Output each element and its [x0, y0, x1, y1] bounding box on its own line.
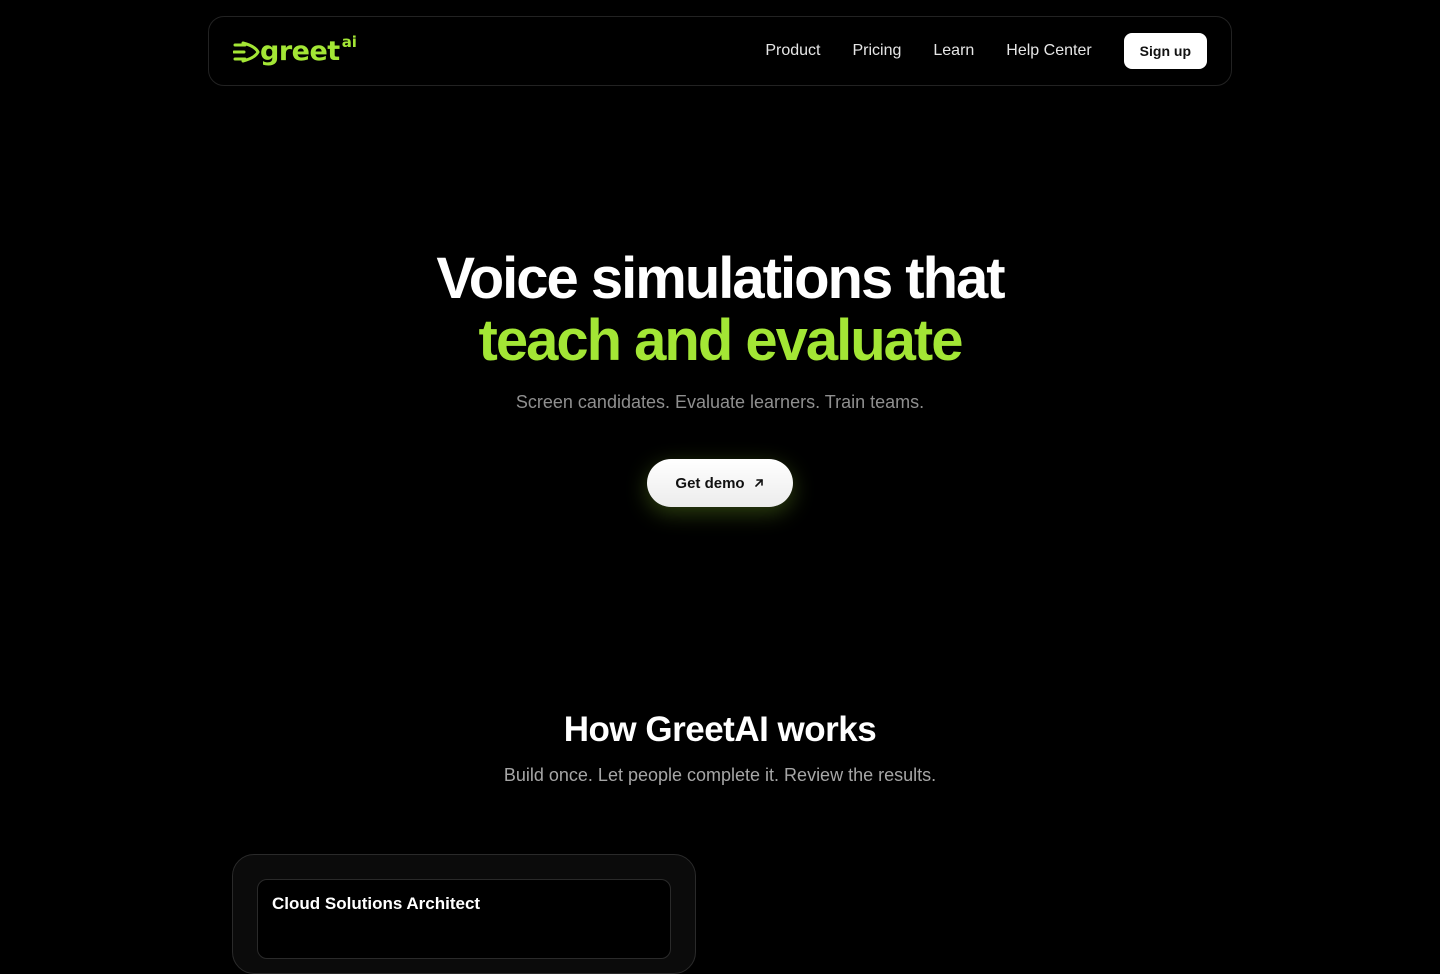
hero-section: Voice simulations that teach and evaluat…: [0, 248, 1440, 413]
nav-link-product[interactable]: Product: [765, 42, 820, 60]
arrow-up-right-icon: [754, 479, 763, 487]
nav-link-learn[interactable]: Learn: [933, 42, 974, 60]
how-subtitle: Build once. Let people complete it. Revi…: [503, 765, 937, 785]
nav-link-help-center[interactable]: Help Center: [1006, 42, 1091, 60]
get-demo-label: Get demo: [675, 474, 745, 492]
hero-title-line2: teach and evaluate: [478, 308, 964, 373]
how-it-works-section: How GreetAI works Build once. Let people…: [0, 708, 1440, 786]
preview-inner-panel: Cloud Solutions Architect: [257, 879, 671, 959]
nav-links: Product Pricing Learn Help Center Sign u…: [765, 33, 1207, 69]
hero-subtitle: Screen candidates. Evaluate learners. Tr…: [515, 392, 925, 412]
preview-card-title: Cloud Solutions Architect: [272, 894, 481, 913]
logo[interactable]: greet ai: [233, 34, 357, 70]
logo-wordmark: greet: [260, 36, 340, 67]
how-title: How GreetAI works: [563, 710, 877, 749]
hero-title-line1: Voice simulations that: [436, 246, 1005, 311]
preview-card: Cloud Solutions Architect: [232, 854, 696, 974]
logo-superscript: ai: [341, 33, 357, 51]
signup-button[interactable]: Sign up: [1123, 33, 1207, 69]
navbar: greet ai Product Pricing Learn Help Cent…: [208, 16, 1232, 86]
get-demo-button[interactable]: Get demo: [647, 459, 793, 507]
logo-mark-icon: [233, 41, 260, 63]
nav-link-pricing[interactable]: Pricing: [852, 42, 901, 60]
